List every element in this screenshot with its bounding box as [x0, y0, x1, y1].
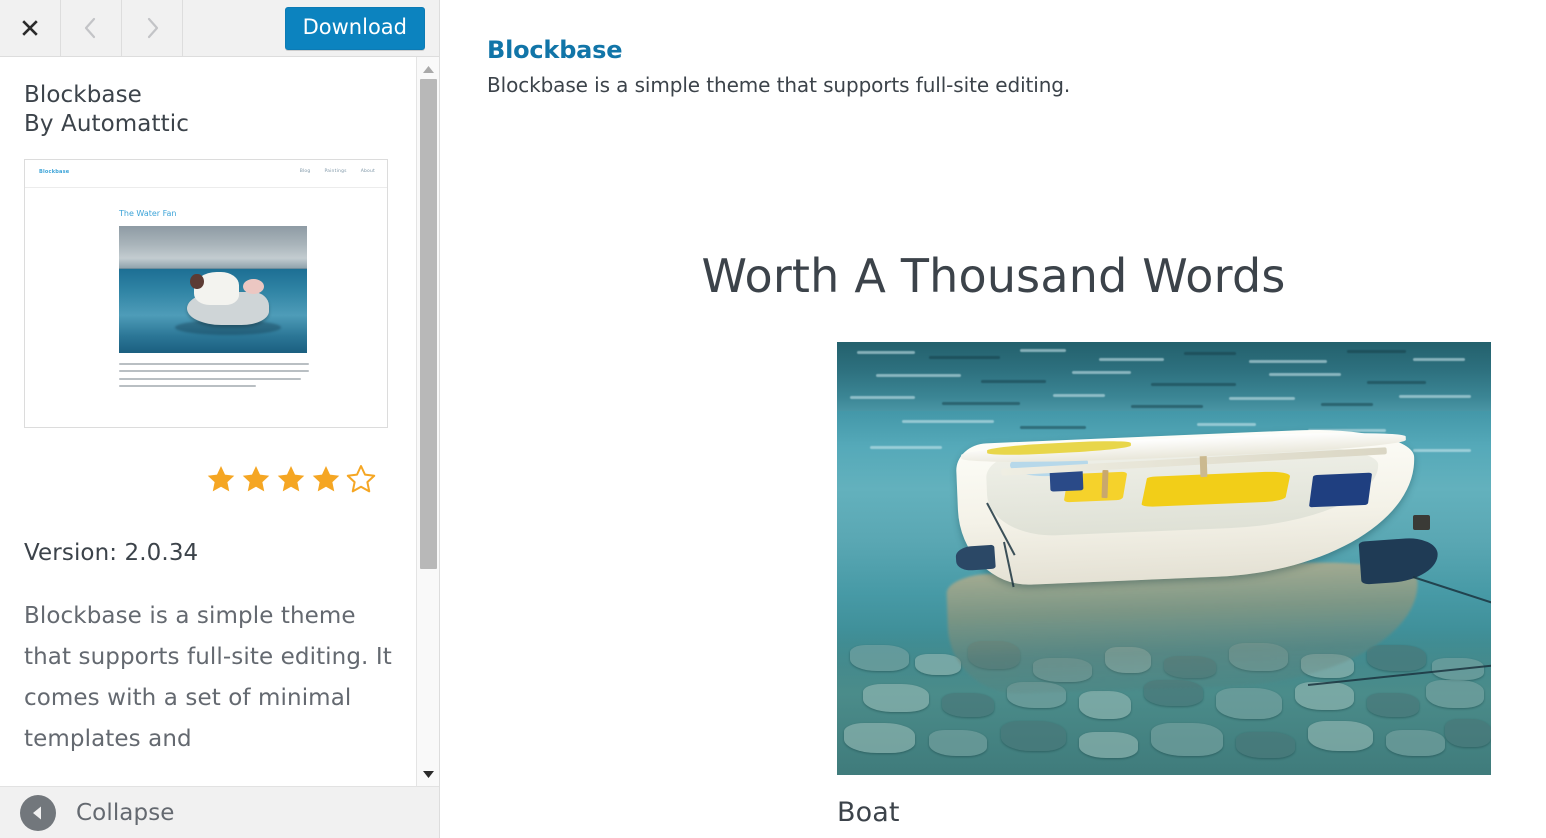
thumbnail-logo: Blockbase — [39, 168, 70, 175]
star-icon-filled-2 — [241, 464, 271, 494]
thumbnail-menu-item-blog: Blog — [299, 168, 311, 174]
thumbnail-post-heading: The Water Fan — [119, 208, 177, 218]
boat-stern-shadow — [955, 544, 997, 571]
sidebar-scroll-body: Blockbase By Automattic Blockbase Blog P… — [0, 57, 439, 786]
download-button[interactable]: Download — [284, 6, 425, 50]
toolbar-spacer — [183, 0, 285, 56]
chevron-right-icon — [142, 16, 162, 40]
boat-blue-seat — [1308, 473, 1373, 509]
theme-preview-screen: Download Blockbase By Automattic Blockba… — [0, 0, 1546, 838]
thumbnail-nav — [25, 160, 387, 188]
next-theme-button[interactable] — [122, 0, 183, 56]
thumbnail-menu-item-paintings: Paintings — [324, 168, 347, 174]
preview-site-header: Blockbase Blockbase is a simple theme th… — [441, 0, 1546, 97]
theme-screenshot-thumbnail[interactable]: Blockbase Blog Paintings About The Water… — [24, 158, 388, 428]
thumbnail-menu: Blog Paintings About — [300, 169, 375, 174]
theme-author: By Automattic — [24, 111, 189, 138]
theme-details-sidebar: Download Blockbase By Automattic Blockba… — [0, 0, 440, 838]
boat-thwart-2 — [1101, 469, 1109, 498]
star-icon-filled-4 — [311, 464, 341, 494]
theme-description: Blockbase is a simple theme that support… — [24, 602, 392, 752]
collapse-menu-button[interactable]: Collapse — [0, 786, 439, 838]
boat-photo — [837, 342, 1491, 775]
theme-preview-frame: Blockbase Blockbase is a simple theme th… — [441, 0, 1546, 838]
boat-thwart-1 — [1199, 452, 1207, 477]
scroll-down-arrow-icon[interactable] — [417, 764, 440, 784]
boat-cleat — [1412, 515, 1430, 530]
preview-figure: Boat — [837, 342, 1491, 828]
star-icon-filled-3 — [276, 464, 306, 494]
scrollbar-thumb[interactable] — [420, 79, 437, 569]
close-x-icon — [20, 18, 40, 38]
preview-post-title: Worth A Thousand Words — [701, 249, 1286, 303]
theme-rating[interactable] — [24, 464, 394, 494]
chevron-left-icon — [81, 16, 101, 40]
close-button[interactable] — [0, 0, 61, 56]
collapse-arrow-icon — [20, 794, 56, 831]
thumbnail-painting-image — [119, 225, 307, 353]
download-button-wrapper: Download — [284, 0, 439, 56]
theme-version: Version: 2.0.34 — [24, 539, 199, 566]
scroll-up-arrow-icon[interactable] — [417, 59, 440, 79]
star-icon-filled-1 — [206, 464, 236, 494]
theme-name: Blockbase — [24, 82, 142, 108]
sidebar-content: Blockbase By Automattic Blockbase Blog P… — [0, 57, 418, 760]
thumbnail-menu-item-about: About — [360, 168, 375, 174]
thumbnail-body-text — [119, 362, 309, 393]
sidebar-toolbar: Download — [0, 0, 439, 57]
collapse-label: Collapse — [76, 799, 175, 826]
image-caption: Boat — [837, 797, 900, 828]
sidebar-scrollbar[interactable] — [416, 57, 439, 786]
previous-theme-button[interactable] — [61, 0, 122, 56]
star-icon-empty-5 — [346, 464, 376, 494]
preview-site-title[interactable]: Blockbase — [487, 36, 1546, 64]
preview-site-tagline: Blockbase is a simple theme that support… — [487, 73, 1071, 97]
